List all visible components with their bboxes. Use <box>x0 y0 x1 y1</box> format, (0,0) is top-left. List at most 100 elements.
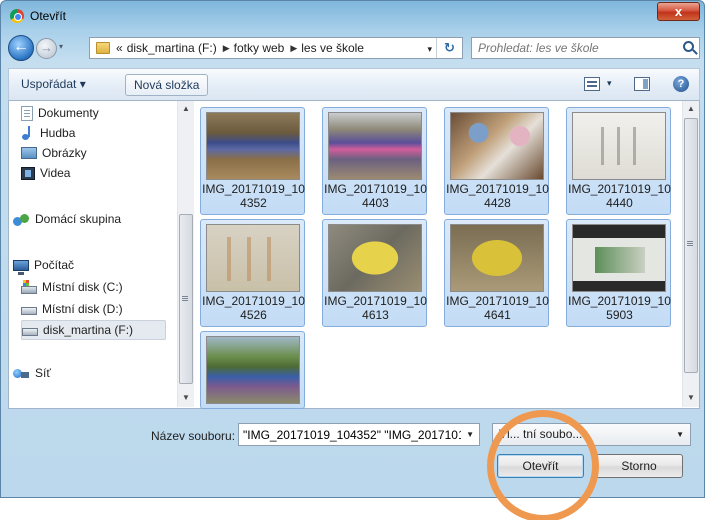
file-thumbnail <box>572 224 666 292</box>
chevron-down-icon[interactable]: ▼ <box>676 424 684 445</box>
computer-icon <box>13 259 29 275</box>
nav-item-label: Hudba <box>40 126 76 140</box>
forward-button[interactable]: → <box>36 38 57 59</box>
search-input[interactable] <box>478 38 668 58</box>
file-thumbnail <box>450 224 544 292</box>
recent-locations-dropdown[interactable]: ▾ <box>59 42 63 51</box>
refresh-button[interactable]: ↻ <box>436 38 462 58</box>
scroll-down-icon[interactable]: ▼ <box>182 393 190 402</box>
file-item[interactable]: IMG_20171019_10 4352 <box>200 107 305 215</box>
close-button[interactable]: x <box>657 2 700 21</box>
file-item[interactable] <box>200 331 305 409</box>
filename-input[interactable] <box>239 424 461 445</box>
disk-icon <box>21 306 37 315</box>
disk-icon <box>22 327 38 336</box>
scroll-up-icon[interactable]: ▲ <box>687 104 695 113</box>
open-button[interactable]: Otevřít <box>497 454 584 478</box>
nav-item-label: Místní disk (C:) <box>42 280 123 294</box>
breadcrumb-disk[interactable]: disk_martina (F:) <box>127 41 217 55</box>
navigation-pane-scrollbar[interactable]: ▲ ▼ <box>177 101 194 407</box>
file-name: IMG_20171019_10 4613 <box>324 294 427 322</box>
file-item[interactable]: IMG_20171019_10 4613 <box>322 219 427 327</box>
breadcrumb-separator-icon[interactable]: ▶ <box>223 43 230 54</box>
file-list: IMG_20171019_10 4352 IMG_20171019_10 4403 … <box>194 101 682 409</box>
scrollbar-thumb[interactable] <box>684 118 698 373</box>
new-folder-button[interactable]: Nová složka <box>125 74 209 96</box>
nav-item-label: Místní disk (D:) <box>42 302 123 316</box>
nav-item-videa[interactable]: Videa <box>21 163 70 183</box>
nav-item-disk-martina[interactable]: disk_martina (F:) <box>21 320 166 340</box>
scrollbar-thumb[interactable] <box>179 214 193 384</box>
nav-item-disk-c[interactable]: Místní disk (C:) <box>21 277 123 297</box>
file-item[interactable]: IMG_20171019_10 4428 <box>444 107 549 215</box>
nav-item-pocitac[interactable]: Počítač <box>13 255 74 275</box>
scroll-down-icon[interactable]: ▼ <box>687 393 695 402</box>
videos-icon <box>21 166 35 180</box>
file-item[interactable]: IMG_20171019_10 4403 <box>322 107 427 215</box>
organize-button[interactable]: Uspořádat ▾ <box>13 74 94 96</box>
folder-icon <box>96 42 110 54</box>
file-thumbnail <box>206 112 300 180</box>
window-title: Otevřít <box>30 9 67 23</box>
back-button[interactable]: ← <box>8 35 34 61</box>
nav-item-disk-d[interactable]: Místní disk (D:) <box>21 299 123 319</box>
file-item[interactable]: IMG_20171019_10 4641 <box>444 219 549 327</box>
nav-item-domaci-skupina[interactable]: Domácí skupina <box>13 209 121 229</box>
view-options-dropdown[interactable]: ▾ <box>607 78 612 89</box>
nav-item-sit[interactable]: Síť <box>13 363 51 383</box>
filename-dropdown-icon[interactable]: ▼ <box>466 430 474 439</box>
file-name: IMG_20171019_10 4440 <box>568 182 671 210</box>
network-icon <box>13 367 30 380</box>
nav-item-hudba[interactable]: Hudba <box>21 123 75 143</box>
nav-item-label: Obrázky <box>42 146 87 160</box>
breadcrumb-fotky-web[interactable]: fotky web <box>234 41 285 55</box>
scroll-up-icon[interactable]: ▲ <box>182 104 190 113</box>
navigation-row: ← → ▾ « disk_martina (F:) ▶ fotky web ▶ … <box>1 31 705 65</box>
change-view-icon[interactable] <box>584 77 600 91</box>
file-thumbnail <box>328 112 422 180</box>
nav-item-label: disk_martina (F:) <box>43 323 134 337</box>
file-name: IMG_20171019_10 5903 <box>568 294 671 322</box>
preview-pane-icon[interactable] <box>634 77 650 91</box>
file-type-select[interactable]: Vl... tní soubo... ▼ <box>492 423 691 446</box>
file-name: IMG_20171019_10 4428 <box>446 182 549 210</box>
nav-item-label: Počítač <box>34 258 75 272</box>
file-thumbnail <box>450 112 544 180</box>
file-type-value: Vl... tní soubo... <box>499 427 583 441</box>
breadcrumb-separator-icon[interactable]: ▶ <box>290 43 297 54</box>
scrollbar-grip-icon <box>182 296 188 297</box>
file-thumbnail <box>206 224 300 292</box>
homegroup-icon <box>13 212 30 226</box>
navigation-pane: Dokumenty Hudba Obrázky Videa Domácí sku… <box>9 101 177 407</box>
nav-item-obrazky[interactable]: Obrázky <box>21 143 87 163</box>
documents-icon <box>21 105 33 121</box>
address-bar[interactable]: « disk_martina (F:) ▶ fotky web ▶ les ve… <box>89 37 463 59</box>
page-background <box>0 498 705 520</box>
browser-content: Dokumenty Hudba Obrázky Videa Domácí sku… <box>8 101 700 409</box>
file-name: IMG_20171019_10 4352 <box>202 182 305 210</box>
file-thumbnail <box>328 224 422 292</box>
search-icon[interactable] <box>683 41 694 52</box>
address-overflow[interactable]: « <box>116 41 123 55</box>
filename-label: Název souboru: <box>151 429 236 443</box>
cancel-button[interactable]: Storno <box>595 454 683 478</box>
nav-item-dokumenty[interactable]: Dokumenty <box>21 103 99 123</box>
file-name: IMG_20171019_10 4526 <box>202 294 305 322</box>
help-icon[interactable]: ? <box>673 76 689 92</box>
nav-item-label: Domácí skupina <box>35 212 122 226</box>
file-name: IMG_20171019_10 4641 <box>446 294 549 322</box>
title-bar[interactable]: Otevřít x <box>1 1 705 31</box>
file-list-scrollbar[interactable]: ▲ ▼ <box>682 101 699 407</box>
file-item[interactable]: IMG_20171019_10 4526 <box>200 219 305 327</box>
file-item[interactable]: IMG_20171019_10 4440 <box>566 107 671 215</box>
nav-item-label: Videa <box>40 166 71 180</box>
music-icon <box>21 126 35 140</box>
dialog-window: Otevřít x ← → ▾ « disk_martina (F:) ▶ fo… <box>0 0 705 498</box>
breadcrumb-les-ve-skole[interactable]: les ve škole <box>301 41 364 55</box>
filename-field[interactable]: ▼ <box>238 423 480 446</box>
search-box[interactable] <box>471 37 700 59</box>
nav-item-label: Síť <box>35 366 51 380</box>
file-item[interactable]: IMG_20171019_10 5903 <box>566 219 671 327</box>
file-name: IMG_20171019_10 4403 <box>324 182 427 210</box>
address-dropdown-icon[interactable]: ▾ <box>427 44 432 55</box>
